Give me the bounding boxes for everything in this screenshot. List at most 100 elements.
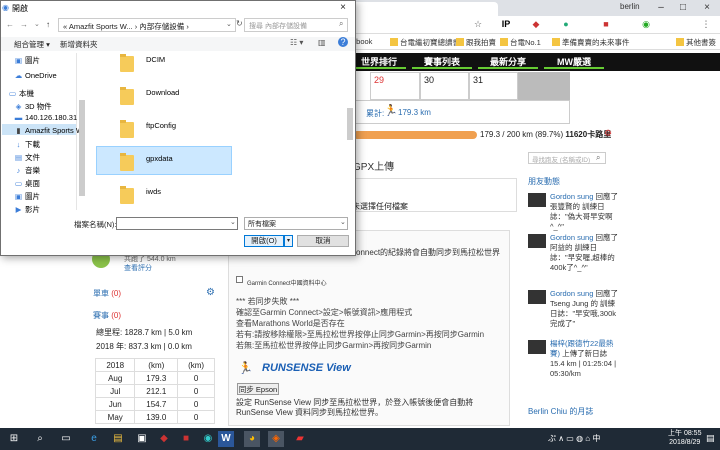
help-icon[interactable]: ? <box>338 37 348 47</box>
notification-icon[interactable]: ▤ <box>706 433 715 444</box>
chrome-icon[interactable]: ◕ <box>244 431 260 447</box>
organize-menu[interactable]: 組合管理 ▾ <box>14 39 50 50</box>
ride-link[interactable]: 單車 (0) <box>93 288 121 299</box>
nav-item-videos[interactable]: ▶ 影片 <box>14 204 40 215</box>
file-type-select[interactable]: 所有檔案 <box>244 217 348 230</box>
monthly-log-title[interactable]: Berlin Chiu 的月誌 <box>528 406 593 417</box>
nav-mw-select[interactable]: MW嚴選 <box>544 55 604 69</box>
ip-extension-icon[interactable]: IP <box>500 18 512 30</box>
file-explorer-icon[interactable]: ▤ <box>110 431 126 447</box>
extension-icon[interactable]: ■ <box>600 18 612 30</box>
feed-item[interactable]: Gordon sung 回應了 Tseng Jung 的 訓練日誌："早安哦,3… <box>550 289 620 329</box>
clock[interactable]: 上午 08:55 2018/8/29 <box>668 429 701 447</box>
minimize-icon[interactable]: – <box>650 0 672 16</box>
chevron-down-icon[interactable]: ⌄ <box>34 20 40 28</box>
nav-item-documents[interactable]: ▤ 文件 <box>14 152 40 163</box>
system-tray[interactable]: ぷ ∧ ▭ ◍ ⌂ 中 <box>548 433 600 444</box>
folder-ftpconfig[interactable]: ftpConfig <box>146 121 176 130</box>
profile-name[interactable]: berlin <box>620 2 640 11</box>
nav-item-this-pc[interactable]: ▭ 本機 <box>8 88 34 99</box>
evernote-icon[interactable]: ● <box>560 18 572 30</box>
race-link[interactable]: 賽事 (0) <box>93 310 121 321</box>
feed-item[interactable]: 楊梓(跟德竹22最熱賽) 上傳了新日誌 15.4 km | 01:25:04 | … <box>550 339 620 379</box>
nav-item-music[interactable]: ♪ 音樂 <box>14 165 40 176</box>
word-icon[interactable]: W <box>218 431 234 447</box>
edge-icon[interactable]: e <box>86 431 102 447</box>
address-bar[interactable]: « Amazfit Sports W... › 內部存儲設備 › <box>58 18 236 32</box>
garmin-china-checkbox[interactable] <box>236 276 243 283</box>
bookmark-item[interactable]: 台電繼初寶總讀書 <box>390 37 460 48</box>
menu-icon[interactable]: ⋮ <box>700 18 712 30</box>
folder-icon[interactable] <box>120 54 134 72</box>
folder-icon[interactable] <box>120 120 134 138</box>
avatar[interactable] <box>528 234 546 248</box>
forward-icon[interactable]: → <box>20 20 28 29</box>
nav-latest-share[interactable]: 最新分享 <box>478 55 538 69</box>
extension-icon[interactable]: ◆ <box>530 18 542 30</box>
bookmark-item[interactable]: 台電No.1 <box>500 37 541 48</box>
left-more-link[interactable]: 查看評分 <box>124 263 152 273</box>
calendar-day[interactable]: 30 <box>420 72 469 100</box>
open-button[interactable]: 開啟(O) <box>244 235 284 247</box>
preview-pane-icon[interactable]: ▥ <box>318 38 326 47</box>
feed-item[interactable]: Gordon sung 回應了 張豐賢的 訓練日誌："偽大哥早安啊^_^" <box>550 192 620 232</box>
app-icon[interactable]: ◈ <box>268 431 284 447</box>
search-icon[interactable]: ⌕ <box>596 153 600 163</box>
bookmark-item[interactable]: 跟我拍賣 <box>456 37 496 48</box>
back-icon[interactable]: ← <box>6 20 14 29</box>
app-icon[interactable]: ◆ <box>156 431 172 447</box>
nav-item-downloads[interactable]: ↓ 下載 <box>14 139 40 150</box>
nav-item-network-drive[interactable]: ▬ 140.126.180.31 <box>14 113 77 122</box>
extension-icon[interactable]: ◉ <box>640 18 652 30</box>
folder-icon[interactable] <box>120 87 134 105</box>
close-icon[interactable]: × <box>330 0 356 16</box>
nav-item-pictures[interactable]: ▣ 圖片 <box>14 55 40 66</box>
maximize-icon[interactable]: □ <box>672 0 694 16</box>
nav-race-list[interactable]: 賽事列表 <box>412 55 472 69</box>
avatar[interactable] <box>528 193 546 207</box>
file-list-scrollbar[interactable] <box>347 108 353 140</box>
sync-epson-button[interactable]: 同步 Epson <box>237 383 279 395</box>
bookmark-item[interactable]: 準備賣賣的未來事件 <box>552 37 630 48</box>
nav-item-3d-objects[interactable]: ◈ 3D 物件 <box>14 101 52 112</box>
nav-item-desktop[interactable]: ▭ 桌面 <box>14 178 40 189</box>
feed-item[interactable]: Gordon sung 回應了 阿益的 訓練日誌："早安喔,超棒的400k了^_… <box>550 233 620 273</box>
avatar[interactable] <box>528 340 546 354</box>
nav-item-amazfit[interactable]: ▮ Amazfit Sports W <box>14 126 83 135</box>
folder-iwds[interactable]: iwds <box>146 187 161 196</box>
settings-icon[interactable]: ⚙ <box>604 128 612 139</box>
nav-world-ranking[interactable]: 世界排行 <box>352 55 406 69</box>
close-icon[interactable]: × <box>696 0 718 16</box>
folder-icon[interactable] <box>120 186 134 204</box>
open-options-dropdown[interactable]: ▾ <box>284 235 293 247</box>
search-input[interactable]: 搜尋 內部存儲設備 <box>244 18 348 32</box>
calendar-day[interactable]: 29 <box>370 72 420 100</box>
search-icon[interactable]: ⌕ <box>32 431 48 447</box>
up-icon[interactable]: ↑ <box>46 20 50 29</box>
folder-icon[interactable] <box>120 153 134 171</box>
star-icon[interactable]: ☆ <box>472 18 484 30</box>
view-options-icon[interactable]: ☷ ▾ <box>290 38 303 47</box>
windows-start-icon[interactable]: ⊞ <box>6 431 22 447</box>
app-icon[interactable]: ▰ <box>292 431 308 447</box>
nav-scrollbar[interactable] <box>79 100 85 196</box>
nav-item-pictures[interactable]: ▣ 圖片 <box>14 191 40 202</box>
gear-icon[interactable]: ⚙ <box>206 287 215 298</box>
cancel-button[interactable]: 取消 <box>297 235 349 247</box>
active-tab[interactable] <box>348 2 498 16</box>
other-bookmarks[interactable]: 其他書簽 <box>676 37 716 48</box>
folder-gpxdata[interactable]: gpxdata <box>146 154 173 163</box>
nav-item-onedrive[interactable]: ☁ OneDrive <box>14 71 57 80</box>
avatar[interactable] <box>528 290 546 304</box>
app-icon[interactable]: ◉ <box>200 431 216 447</box>
store-icon[interactable]: ▣ <box>134 431 150 447</box>
friends-feed-title[interactable]: 朋友動態 <box>528 176 560 187</box>
search-friends-input[interactable]: 尋找跑友 (名稱或ID) <box>528 152 606 164</box>
app-icon[interactable]: ■ <box>178 431 194 447</box>
folder-download[interactable]: Download <box>146 88 179 97</box>
task-view-icon[interactable]: ▭ <box>58 431 74 447</box>
new-folder-button[interactable]: 新增資料夾 <box>60 39 98 50</box>
search-icon[interactable]: ⌕ <box>339 19 343 29</box>
chevron-down-icon[interactable]: ⌄ <box>230 218 236 226</box>
filename-input[interactable] <box>116 217 238 230</box>
